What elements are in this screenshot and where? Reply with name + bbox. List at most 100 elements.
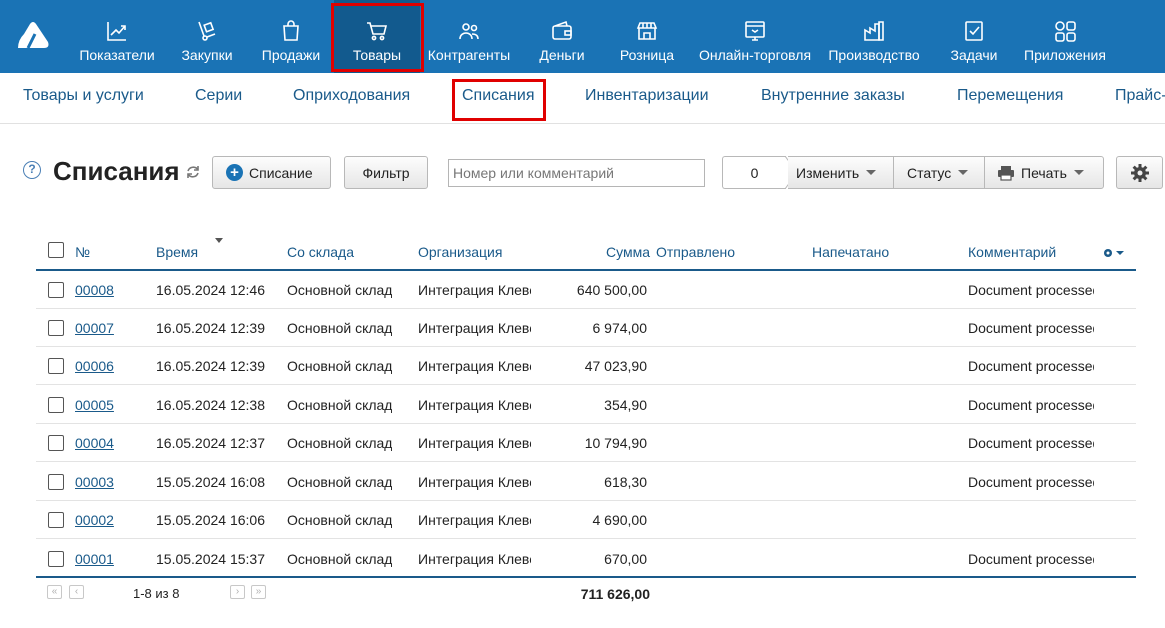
- subnav-item-receipts[interactable]: Оприходования: [293, 87, 410, 105]
- subnav-item-inventories[interactable]: Инвентаризации: [585, 87, 709, 105]
- chevron-down-icon: [866, 170, 877, 175]
- selected-count: 0: [722, 156, 786, 189]
- row-comment: Document processed: [968, 282, 1094, 298]
- change-label: Изменить: [796, 164, 860, 181]
- nav-item-dashboard[interactable]: Показатели: [78, 0, 156, 73]
- row-number-link[interactable]: 00003: [75, 474, 114, 490]
- row-checkbox[interactable]: [48, 435, 64, 451]
- subnav-item-price-lists[interactable]: Прайс-: [1115, 87, 1165, 105]
- row-checkbox[interactable]: [48, 551, 64, 567]
- row-checkbox[interactable]: [48, 358, 64, 374]
- subnav-item-series[interactable]: Серии: [195, 87, 242, 105]
- logo-icon[interactable]: [16, 20, 50, 50]
- table-row[interactable]: 00003 15.05.2024 16:08 Основной склад Ин…: [36, 463, 1136, 501]
- sum-total: 711 626,00: [580, 586, 650, 602]
- row-number-link[interactable]: 00001: [75, 551, 114, 567]
- row-checkbox[interactable]: [48, 282, 64, 298]
- row-time: 16.05.2024 12:46: [156, 282, 265, 298]
- row-organization: Интеграция Клевер: [418, 358, 531, 374]
- nav-item-retail[interactable]: Розница: [614, 0, 680, 73]
- help-icon[interactable]: ?: [23, 161, 41, 179]
- row-organization: Интеграция Клевер: [418, 512, 531, 528]
- nav-item-production[interactable]: Производство: [826, 0, 922, 73]
- status-dropdown-button[interactable]: Статус: [893, 156, 985, 189]
- row-number-link[interactable]: 00002: [75, 512, 114, 528]
- row-comment: Document processed: [968, 551, 1094, 567]
- nav-item-apps[interactable]: Приложения: [1020, 0, 1110, 73]
- column-header-warehouse[interactable]: Со склада: [287, 244, 354, 260]
- nav-item-counterparties[interactable]: Контрагенты: [426, 0, 512, 73]
- subnav-item-internal-orders[interactable]: Внутренние заказы: [761, 87, 905, 105]
- chart-line-icon: [107, 22, 126, 41]
- row-sum: 618,30: [604, 474, 647, 490]
- column-header-number[interactable]: №: [75, 244, 90, 260]
- row-time: 15.05.2024 16:06: [156, 512, 265, 528]
- online-shop-icon: [745, 21, 765, 41]
- table-row[interactable]: 00005 16.05.2024 12:38 Основной склад Ин…: [36, 386, 1136, 424]
- prev-page-icon[interactable]: ‹: [69, 585, 84, 599]
- select-all-checkbox[interactable]: [48, 242, 64, 258]
- print-dropdown-button[interactable]: Печать: [984, 156, 1104, 189]
- change-dropdown-button[interactable]: Изменить: [788, 156, 894, 189]
- filter-label: Фильтр: [362, 164, 410, 181]
- last-page-icon[interactable]: »: [251, 585, 266, 599]
- nav-item-label: Задачи: [950, 47, 998, 63]
- table-row[interactable]: 00002 15.05.2024 16:06 Основной склад Ин…: [36, 501, 1136, 539]
- subnav-item-write-offs[interactable]: Списания: [462, 87, 535, 105]
- chevron-down-icon: [1073, 170, 1084, 175]
- column-header-time[interactable]: Время: [156, 244, 198, 260]
- apps-grid-icon: [1055, 21, 1076, 42]
- row-checkbox[interactable]: [48, 512, 64, 528]
- nav-item-purchases[interactable]: Закупки: [176, 0, 238, 73]
- row-number-link[interactable]: 00007: [75, 320, 114, 336]
- storefront-icon: [636, 22, 658, 40]
- column-settings-icon[interactable]: [1103, 247, 1125, 259]
- row-warehouse: Основной склад: [287, 512, 393, 528]
- row-organization: Интеграция Клевер: [418, 397, 531, 413]
- first-page-icon[interactable]: «: [47, 585, 62, 599]
- next-page-icon[interactable]: ›: [230, 585, 245, 599]
- add-write-off-label: Списание: [249, 164, 313, 181]
- filter-button[interactable]: Фильтр: [344, 156, 428, 189]
- row-number-link[interactable]: 00006: [75, 358, 114, 374]
- subnav-item-goods-services[interactable]: Товары и услуги: [23, 87, 144, 105]
- subnav-item-transfers[interactable]: Перемещения: [957, 87, 1063, 105]
- nav-item-label: Производство: [828, 47, 920, 63]
- row-organization: Интеграция Клевер: [418, 551, 531, 567]
- column-header-comment[interactable]: Комментарий: [968, 244, 1056, 260]
- table-row[interactable]: 00008 16.05.2024 12:46 Основной склад Ин…: [36, 271, 1136, 309]
- row-sum: 10 794,90: [584, 435, 647, 451]
- nav-item-tasks[interactable]: Задачи: [946, 0, 1002, 73]
- row-time: 16.05.2024 12:38: [156, 397, 265, 413]
- add-write-off-button[interactable]: + Списание: [212, 156, 331, 189]
- table-row[interactable]: 00006 16.05.2024 12:39 Основной склад Ин…: [36, 347, 1136, 385]
- row-checkbox[interactable]: [48, 397, 64, 413]
- column-header-printed[interactable]: Напечатано: [812, 244, 889, 260]
- page-title: Списания: [53, 156, 180, 186]
- column-header-sum[interactable]: Сумма: [560, 244, 650, 260]
- settings-button[interactable]: [1116, 156, 1163, 189]
- factory-icon: [864, 21, 884, 41]
- search-input[interactable]: [448, 159, 705, 187]
- column-header-organization[interactable]: Организация: [418, 244, 502, 260]
- nav-item-goods[interactable]: Товары: [334, 0, 420, 73]
- nav-item-sales[interactable]: Продажи: [258, 0, 324, 73]
- row-checkbox[interactable]: [48, 320, 64, 336]
- row-checkbox[interactable]: [48, 474, 64, 490]
- row-comment: Document processed: [968, 320, 1094, 336]
- row-number-link[interactable]: 00004: [75, 435, 114, 451]
- row-number-link[interactable]: 00005: [75, 397, 114, 413]
- nav-item-label: Закупки: [181, 47, 233, 63]
- row-comment: Document processed: [968, 397, 1094, 413]
- nav-item-money[interactable]: Деньги: [532, 0, 592, 73]
- table-row[interactable]: 00001 15.05.2024 15:37 Основной склад Ин…: [36, 540, 1136, 578]
- shopping-bag-icon: [283, 20, 299, 41]
- nav-item-online-trade[interactable]: Онлайн-торговля: [696, 0, 814, 73]
- row-number-link[interactable]: 00008: [75, 282, 114, 298]
- refresh-icon[interactable]: [185, 164, 201, 180]
- row-warehouse: Основной склад: [287, 397, 393, 413]
- column-header-sent[interactable]: Отправлено: [656, 244, 735, 260]
- table-row[interactable]: 00007 16.05.2024 12:39 Основной склад Ин…: [36, 309, 1136, 347]
- table-row[interactable]: 00004 16.05.2024 12:37 Основной склад Ин…: [36, 424, 1136, 462]
- sub-navigation: Товары и услуги Серии Оприходования Спис…: [0, 73, 1165, 124]
